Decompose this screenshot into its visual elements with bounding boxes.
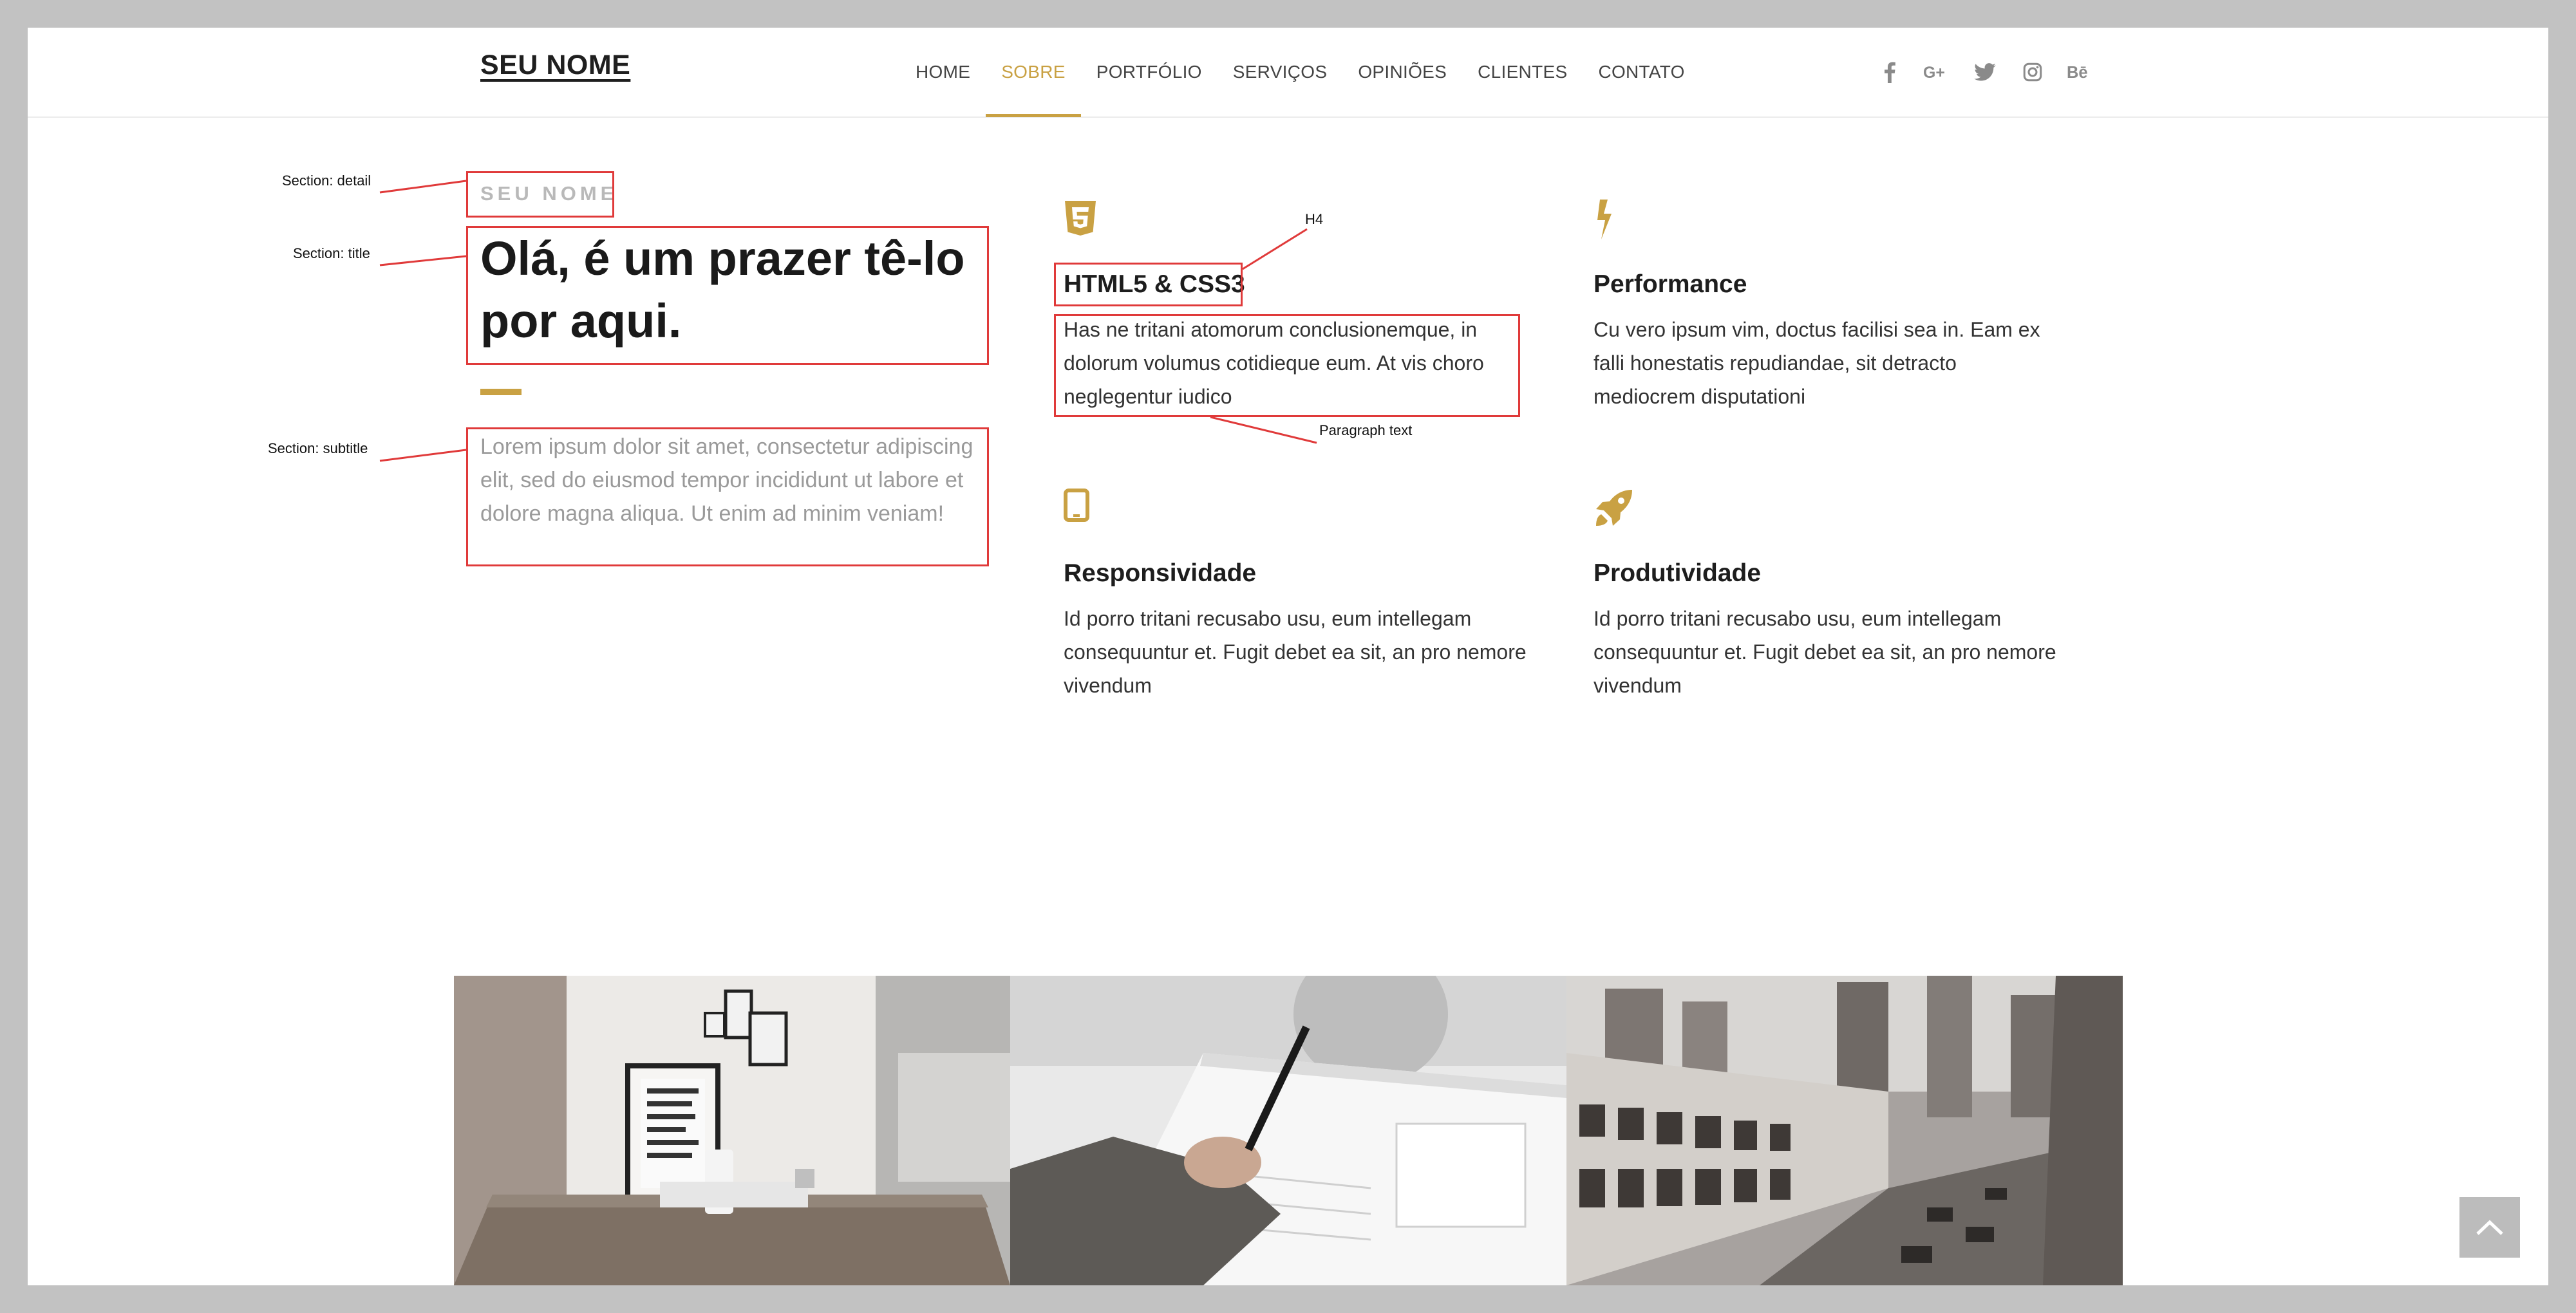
html5-icon xyxy=(1064,200,1102,238)
nav-item-portfolio[interactable]: PORTFÓLIO xyxy=(1081,28,1217,116)
behance-icon[interactable]: Bē xyxy=(2066,58,2094,86)
annotation-label-title: Section: title xyxy=(293,245,370,261)
photo-writing-hand xyxy=(1010,976,1566,1285)
annotation-box-subtitle xyxy=(466,427,989,566)
rocket-icon xyxy=(1594,489,1632,527)
annotation-label-paragraph: Paragraph text xyxy=(1319,422,1413,438)
nav-item-home[interactable]: HOME xyxy=(900,28,986,116)
tablet-icon xyxy=(1064,489,1102,527)
feature-title: Produtividade xyxy=(1594,559,1762,587)
google-plus-icon[interactable]: G+ xyxy=(1923,58,1951,86)
nav-item-clientes[interactable]: CLIENTES xyxy=(1462,28,1583,116)
annotation-box-paragraph xyxy=(1054,314,1520,417)
back-to-top-button[interactable] xyxy=(2459,1197,2520,1258)
main-nav: HOME SOBRE PORTFÓLIO SERVIÇOS OPINIÕES C… xyxy=(900,28,1700,117)
brand-logo[interactable]: SEU NOME xyxy=(480,50,630,81)
nav-item-contato[interactable]: CONTATO xyxy=(1583,28,1700,116)
feature-text: Id porro tritani recusabo usu, eum intel… xyxy=(1594,607,2056,697)
page: SEU NOME HOME SOBRE PORTFÓLIO SERVIÇOS O… xyxy=(28,28,2548,1285)
feature-responsividade: Responsividade Id porro tritani recusabo… xyxy=(1064,489,1534,707)
feature-text: Cu vero ipsum vim, doctus facilisi sea i… xyxy=(1594,318,2040,408)
feature-produtividade: Produtividade Id porro tritani recusabo … xyxy=(1594,489,2064,707)
feature-text: Id porro tritani recusabo usu, eum intel… xyxy=(1064,607,1527,697)
annotation-box-h4 xyxy=(1054,263,1243,306)
twitter-icon[interactable] xyxy=(1971,58,1999,86)
feature-performance: Performance Cu vero ipsum vim, doctus fa… xyxy=(1594,200,2064,418)
nav-item-servicos[interactable]: SERVIÇOS xyxy=(1217,28,1343,116)
feature-title: Responsividade xyxy=(1064,559,1257,587)
annotation-box-detail xyxy=(466,171,614,218)
photo-office-desk xyxy=(454,976,1010,1285)
annotation-label-subtitle: Section: subtitle xyxy=(268,440,368,456)
nav-item-opinioes[interactable]: OPINIÕES xyxy=(1342,28,1462,116)
nav-item-sobre[interactable]: SOBRE xyxy=(986,28,1081,117)
svg-text:Bē: Bē xyxy=(2067,64,2088,82)
svg-text:G+: G+ xyxy=(1923,64,1945,82)
instagram-icon[interactable] xyxy=(2018,58,2047,86)
lightning-icon xyxy=(1594,200,1632,239)
site-header: SEU NOME HOME SOBRE PORTFÓLIO SERVIÇOS O… xyxy=(28,28,2548,118)
feature-title: Performance xyxy=(1594,270,1747,298)
facebook-icon[interactable] xyxy=(1876,58,1904,86)
photo-city-street xyxy=(1566,976,2123,1285)
title-divider xyxy=(480,389,522,395)
annotation-label-h4: H4 xyxy=(1305,211,1324,227)
annotation-box-title xyxy=(466,226,989,365)
annotation-label-detail: Section: detail xyxy=(282,172,371,189)
chevron-up-icon xyxy=(2476,1220,2503,1235)
social-links: G+ Bē xyxy=(1876,28,2094,116)
